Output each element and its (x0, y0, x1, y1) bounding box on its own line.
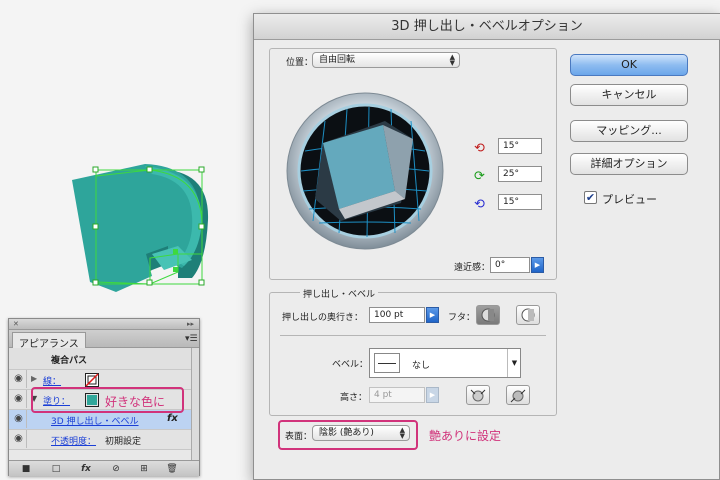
panel-menu-icon[interactable]: ▾☰ (185, 334, 198, 344)
rotate-z-field[interactable]: 15° (498, 194, 542, 210)
select-arrows-icon: ▲ ▼ (399, 426, 405, 440)
close-icon[interactable]: ✕ (13, 321, 19, 328)
section-divider (280, 335, 546, 336)
panel-tabbar: アピアランス ▾☰ (9, 330, 199, 350)
bevel-select[interactable]: なし ▼ (369, 348, 521, 378)
extrude-bevel-group: 押し出し・ベベル 押し出しの奥行き： 100 pt ▶ フタ： ベベル： なし … (269, 287, 557, 416)
bevel-out-icon (470, 389, 486, 402)
visibility-eye-icon[interactable]: ◉ (11, 390, 27, 408)
rotate-z-icon: ⟲ (474, 197, 485, 212)
panel-titlebar[interactable]: ✕ ▸▸ (9, 319, 199, 330)
more-options-button[interactable]: 詳細オプション (570, 153, 688, 175)
depth-value: 100 pt (374, 310, 404, 320)
effect-3d-link[interactable]: 3D 押し出し・ベベル (51, 414, 139, 427)
dialog-title[interactable]: 3D 押し出し・ベベルオプション (254, 14, 720, 40)
visibility-eye-icon[interactable]: ◉ (11, 370, 27, 388)
dropdown-arrow-icon: ▼ (507, 349, 521, 377)
fx-icon[interactable]: fx (167, 413, 178, 424)
cap-off-button[interactable] (516, 305, 540, 325)
fill-callout-text: 好きな色に (105, 395, 166, 409)
height-slider-button[interactable]: ▶ (426, 387, 439, 403)
3d-shape-artwork[interactable] (60, 150, 230, 310)
perspective-slider-button[interactable]: ▶ (531, 257, 544, 273)
rotation-group: 位置： 自由回転 ▲ ▼ ⟲ 15° ⟳ 25° ⟲ 15° 遠近感： 0° ▶ (269, 48, 557, 280)
cap-label: フタ： (448, 313, 476, 323)
rotate-y-icon: ⟳ (474, 169, 485, 184)
rotation-track-cube[interactable] (285, 91, 445, 251)
add-stroke-icon[interactable]: ■ (19, 463, 33, 475)
panel-scrollbar[interactable] (191, 348, 199, 460)
add-effect-icon[interactable]: fx (79, 463, 93, 475)
position-select-value: 自由回転 (319, 55, 356, 65)
mapping-button[interactable]: マッピング... (570, 120, 688, 142)
stroke-label[interactable]: 線： (43, 374, 61, 387)
rotate-y-value: 25° (503, 169, 519, 179)
perspective-field[interactable]: 0° (490, 257, 530, 273)
rotate-y-field[interactable]: 25° (498, 166, 542, 182)
position-label: 位置： (286, 58, 314, 68)
panel-footer: ■ □ fx ⊘ ⊞ 🗑 (9, 460, 199, 476)
fill-callout-box: 好きな色に (31, 387, 184, 413)
trash-icon[interactable]: 🗑 (165, 463, 179, 475)
bevel-line (378, 363, 396, 364)
bevel-preview (374, 353, 400, 373)
extrude-section-title: 押し出し・ベベル (300, 287, 379, 300)
surface-select[interactable]: 陰影 (艶あり) ▲ ▼ (312, 425, 410, 441)
object-type-label: 複合パス (51, 356, 88, 366)
ok-button[interactable]: OK (570, 54, 688, 76)
appearance-header-row: 複合パス (9, 348, 191, 370)
opacity-value: 初期設定 (105, 437, 142, 447)
bevel-label: ベベル： (332, 360, 369, 370)
collapse-icon[interactable]: ▸▸ (187, 320, 194, 328)
opacity-row[interactable]: ◉ 不透明度： 初期設定 (9, 430, 191, 450)
preview-checkbox-row[interactable]: ✔ プレビュー (584, 190, 694, 206)
effect-3d-row[interactable]: ◉ 3D 押し出し・ベベル fx (9, 410, 191, 430)
height-label: 高さ： (340, 393, 368, 403)
height-value: 4 pt (374, 390, 392, 400)
surface-label: 表面： (285, 432, 313, 442)
clear-appearance-icon[interactable]: ⊘ (109, 463, 123, 475)
select-arrows-icon: ▲ ▼ (449, 53, 455, 67)
duplicate-item-icon[interactable]: ⊞ (137, 463, 151, 475)
surface-callout-text: 艶ありに設定 (429, 429, 502, 443)
expand-arrow-icon[interactable]: ▶ (31, 374, 37, 383)
height-field[interactable]: 4 pt (369, 387, 425, 403)
cap-off-icon (521, 308, 535, 322)
rotate-z-value: 15° (503, 197, 519, 207)
3d-extrude-bevel-dialog: 3D 押し出し・ベベルオプション 位置： 自由回転 ▲ ▼ ⟲ 15° ⟳ 25… (253, 13, 720, 480)
bevel-extend-in-button[interactable] (506, 385, 530, 405)
preview-label: プレビュー (602, 193, 657, 206)
rotate-x-field[interactable]: 15° (498, 138, 542, 154)
perspective-value: 0° (495, 260, 506, 270)
rotate-x-value: 15° (503, 141, 519, 151)
tab-appearance[interactable]: アピアランス (12, 332, 86, 350)
cap-on-icon (481, 308, 495, 322)
position-select[interactable]: 自由回転 ▲ ▼ (312, 52, 460, 68)
cap-on-button[interactable] (476, 305, 500, 325)
depth-field[interactable]: 100 pt (369, 307, 425, 323)
bevel-in-icon (510, 389, 526, 403)
cancel-button[interactable]: キャンセル (570, 84, 688, 106)
perspective-label: 遠近感： (454, 263, 491, 273)
surface-select-value: 陰影 (艶あり) (319, 428, 374, 438)
add-fill-icon[interactable]: □ (49, 463, 63, 475)
visibility-eye-icon[interactable]: ◉ (11, 430, 27, 448)
visibility-eye-icon[interactable]: ◉ (11, 410, 27, 428)
bevel-extend-out-button[interactable] (466, 385, 490, 405)
depth-label: 押し出しの奥行き： (282, 313, 364, 323)
rotate-x-icon: ⟲ (474, 141, 485, 156)
bevel-value: なし (412, 361, 431, 371)
appearance-panel: ✕ ▸▸ アピアランス ▾☰ 複合パス ◉ ▶ 線： ◉ ▼ 塗り： ◉ 3D … (8, 318, 200, 476)
depth-slider-button[interactable]: ▶ (426, 307, 439, 323)
stroke-none-swatch[interactable] (85, 373, 99, 387)
preview-checkbox[interactable]: ✔ (584, 191, 597, 204)
opacity-link[interactable]: 不透明度： (51, 434, 96, 447)
